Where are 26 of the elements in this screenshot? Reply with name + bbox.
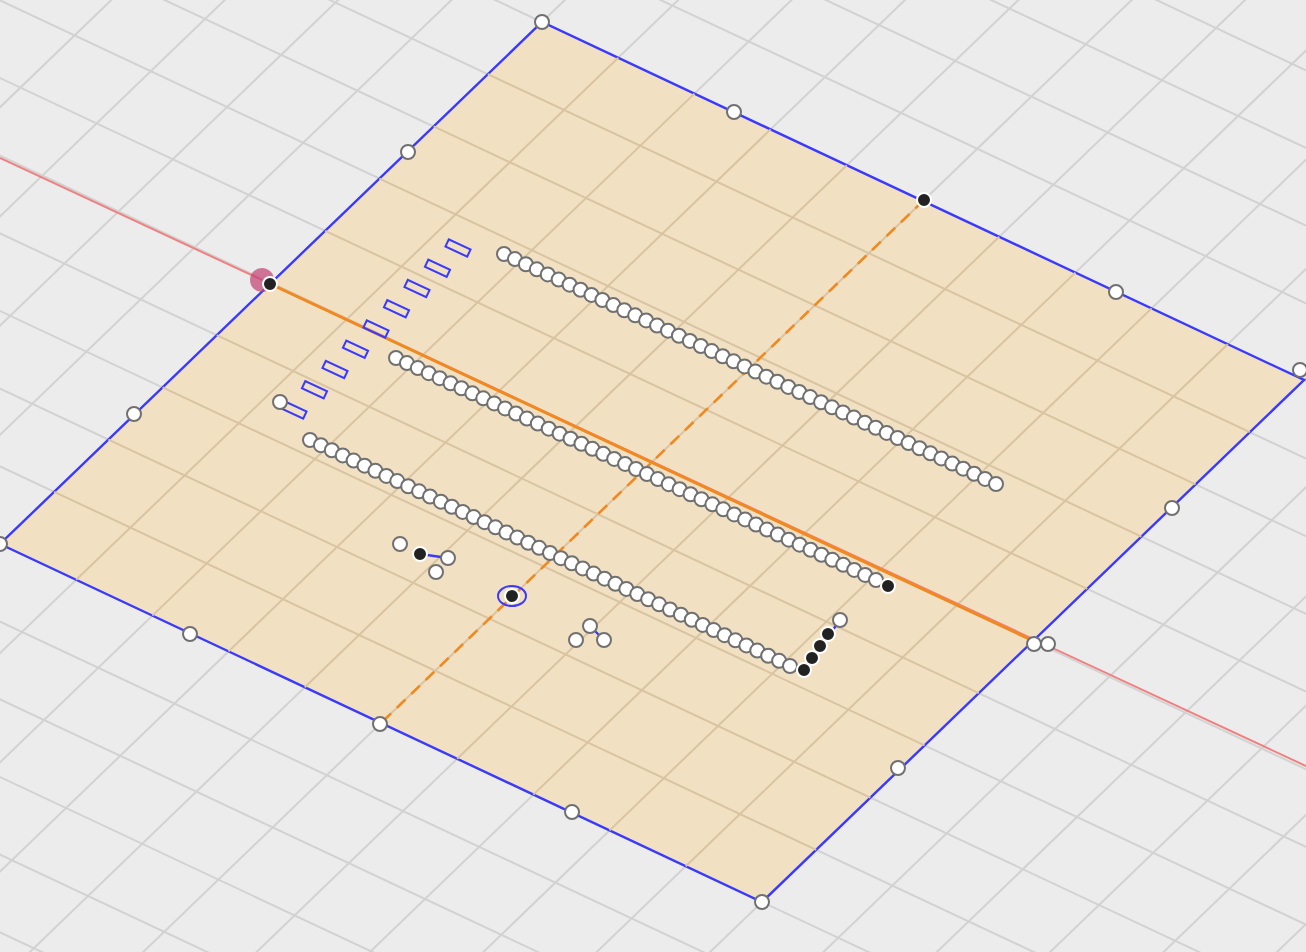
sketch-point[interactable] xyxy=(890,760,906,776)
sketch-point[interactable] xyxy=(754,894,770,910)
sketch-point[interactable] xyxy=(596,632,612,648)
sketch-point[interactable] xyxy=(0,536,8,552)
sketch-slot xyxy=(280,399,308,421)
fixed-point[interactable] xyxy=(504,588,520,604)
sketch-slot xyxy=(403,278,431,299)
fixed-point[interactable] xyxy=(880,578,896,594)
fixed-point[interactable] xyxy=(820,626,836,642)
fixed-point[interactable] xyxy=(916,192,932,208)
sketch-point[interactable] xyxy=(1292,362,1306,378)
sketch-segment xyxy=(589,625,605,641)
sketch-slot xyxy=(300,379,329,400)
sketch-point[interactable] xyxy=(400,144,416,160)
sketch-circle xyxy=(497,585,527,607)
sketch-point[interactable] xyxy=(1164,500,1180,516)
sketch-slot xyxy=(444,237,472,259)
fixed-point[interactable] xyxy=(412,546,428,562)
sketch-slot xyxy=(341,339,370,360)
sketch-slot xyxy=(423,258,452,279)
sketch-point[interactable] xyxy=(582,618,598,634)
sketch-slot xyxy=(362,318,390,340)
sketch-slot xyxy=(382,298,411,319)
sketch-slot xyxy=(321,359,349,380)
fixed-point[interactable] xyxy=(262,276,278,292)
sketch-point[interactable] xyxy=(126,406,142,422)
